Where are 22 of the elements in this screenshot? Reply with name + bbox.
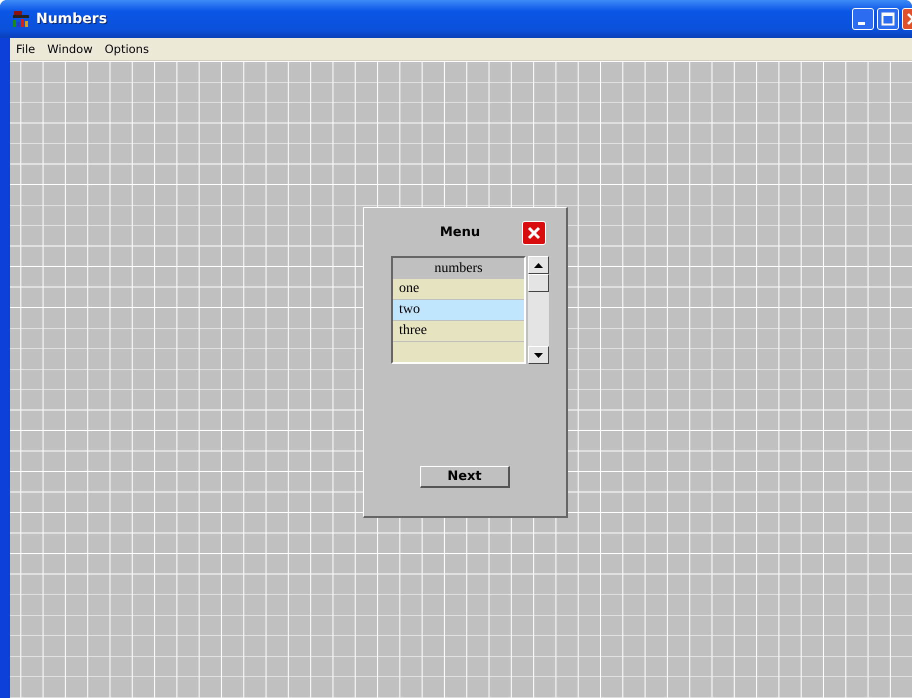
- scrollbar[interactable]: [528, 256, 549, 364]
- app-icon: [12, 10, 32, 28]
- list-item[interactable]: two: [393, 300, 524, 321]
- next-button[interactable]: Next: [420, 466, 510, 488]
- scroll-thumb[interactable]: [528, 274, 549, 292]
- list-item[interactable]: three: [393, 321, 524, 342]
- close-button[interactable]: [522, 221, 546, 245]
- dialog-title: Menu: [440, 224, 480, 240]
- close-icon: [527, 226, 541, 240]
- scroll-up-button[interactable]: [528, 256, 549, 274]
- menu-item[interactable]: Options: [98, 42, 155, 56]
- menu-item[interactable]: File: [10, 42, 42, 56]
- scroll-down-button[interactable]: [528, 346, 549, 364]
- column-header: numbers: [393, 258, 524, 279]
- window-title: Numbers: [36, 11, 108, 27]
- up-arrow-icon: [534, 262, 543, 268]
- maximize-icon: [881, 12, 895, 26]
- down-arrow-icon: [534, 352, 543, 358]
- minimize-icon: [858, 22, 864, 25]
- minimize-button[interactable]: [852, 8, 874, 30]
- menu-item[interactable]: Window: [41, 42, 99, 56]
- maximize-button[interactable]: [877, 8, 899, 30]
